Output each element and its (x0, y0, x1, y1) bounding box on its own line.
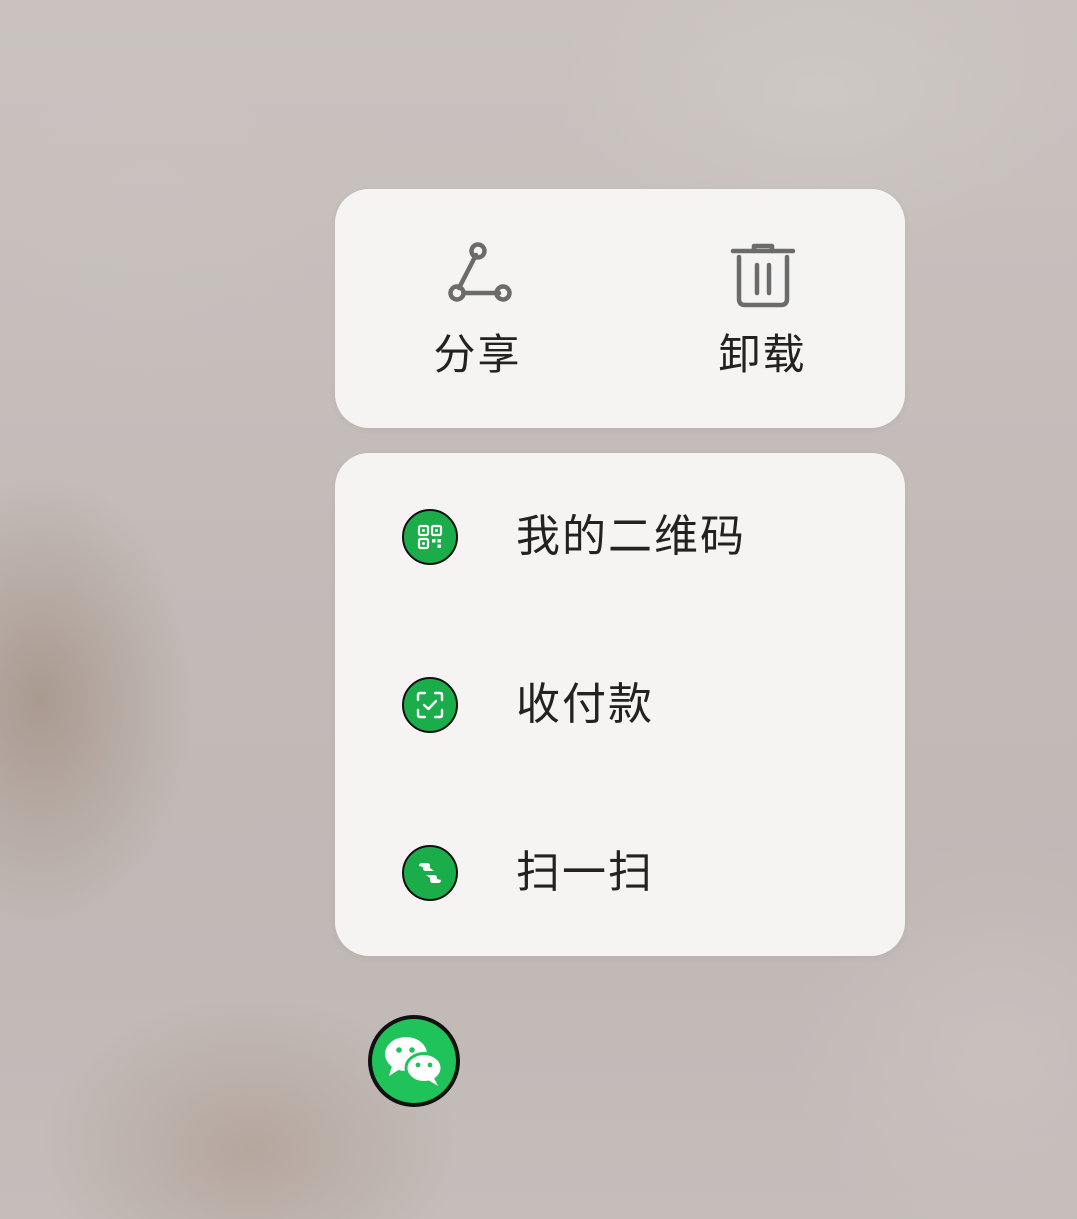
wechat-icon[interactable] (368, 1015, 460, 1107)
trash-icon (620, 241, 905, 308)
scan-icon (402, 845, 458, 901)
shortcut-label: 收付款 (516, 679, 654, 730)
payment-scan-icon (402, 677, 458, 733)
share-label: 分享 (433, 330, 522, 379)
share-button[interactable]: 分享 (335, 189, 620, 428)
qr-code-icon (402, 509, 458, 565)
shortcuts-card: 我的二维码 收付款 扫一扫 (335, 453, 905, 956)
uninstall-label: 卸载 (718, 330, 807, 379)
share-icon (335, 241, 620, 307)
shortcut-label: 扫一扫 (516, 847, 654, 898)
shortcut-label: 我的二维码 (516, 511, 746, 562)
shortcut-scan[interactable]: 扫一扫 (335, 789, 905, 957)
shortcut-my-qr-code[interactable]: 我的二维码 (335, 453, 905, 621)
shortcut-receive-pay[interactable]: 收付款 (335, 621, 905, 789)
quick-actions-card: 分享 卸载 (335, 189, 905, 428)
uninstall-button[interactable]: 卸载 (620, 189, 905, 428)
